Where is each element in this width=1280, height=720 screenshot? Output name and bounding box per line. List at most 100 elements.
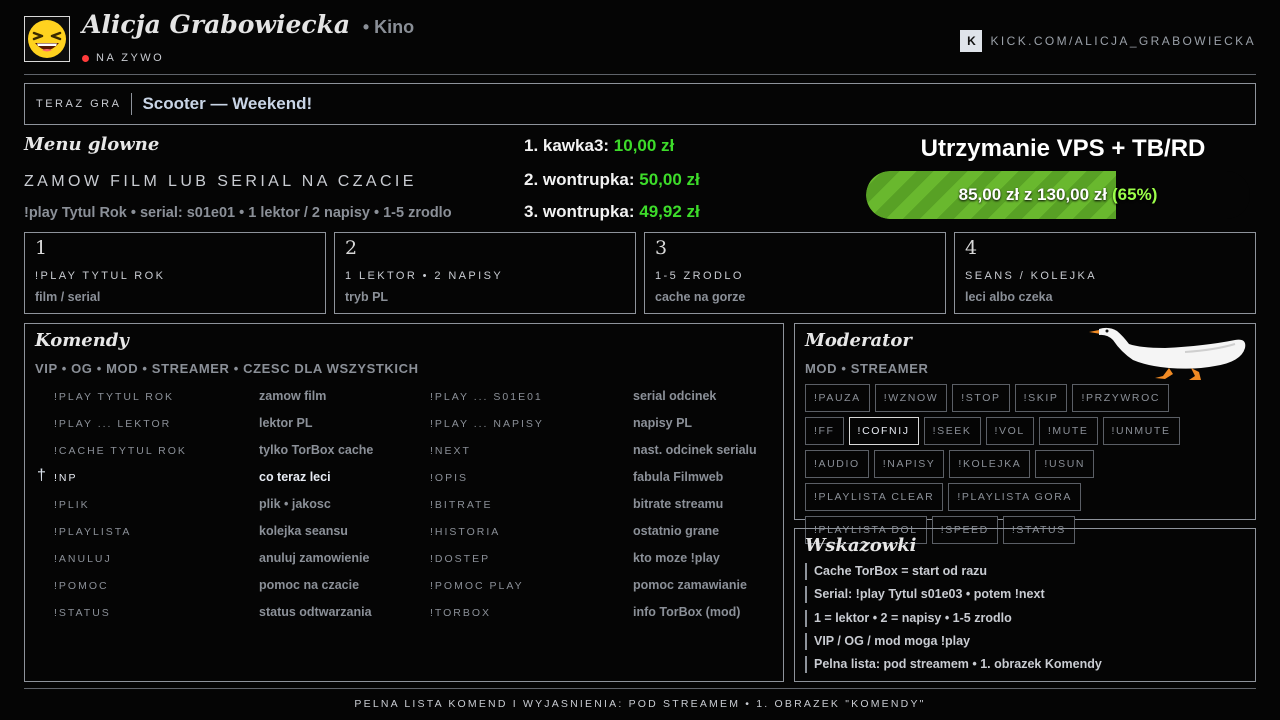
tip-item: Cache TorBox = start od razu: [805, 563, 987, 580]
step-number: 1: [35, 237, 48, 259]
tip-item: VIP / OG / mod moga !play: [805, 633, 970, 650]
command-description: ostatnio grane: [633, 524, 720, 538]
mod-button-mute[interactable]: !MUTE: [1038, 417, 1098, 445]
command-row: !STATUS status odtwarzania !TORBOX info …: [25, 605, 783, 629]
command-name: !STATUS: [54, 607, 111, 619]
mod-button-pauza[interactable]: !PAUZA: [805, 384, 870, 412]
kick-logo-icon: K: [960, 30, 983, 52]
mod-button-unmute[interactable]: !UNMUTE: [1102, 417, 1180, 445]
command-description: napisy PL: [633, 416, 693, 430]
tips-panel: Wskazowki Cache TorBox = start od razu S…: [794, 528, 1256, 682]
step-card-1: 1 !PLAY TYTUL ROK film / serial: [24, 232, 326, 314]
live-indicator: NA ZYWO: [82, 52, 164, 64]
command-name: !PLAY ... S01E01: [430, 391, 543, 403]
command-row: !POMOC pomoc na czacie !POMOC PLAY pomoc…: [25, 578, 783, 602]
command-description: lektor PL: [259, 416, 313, 430]
moderator-roles: MOD • STREAMER: [805, 361, 929, 376]
command-row: !ANULUJ anuluj zamowienie !DOSTEP kto mo…: [25, 551, 783, 575]
command-name: !TORBOX: [430, 607, 492, 619]
step-label: 1 LEKTOR • 2 NAPISY: [345, 270, 504, 282]
moderator-command-buttons: !PAUZA !WZNOW !STOP !SKIP !PRZYWROC !FF …: [805, 384, 1205, 544]
tips-heading: Wskazowki: [805, 535, 917, 556]
avatar: [24, 16, 70, 62]
command-description: pomoc zamawianie: [633, 578, 747, 592]
command-description: bitrate streamu: [633, 497, 724, 511]
footer-note: PELNA LISTA KOMEND I WYJASNIENIA: POD ST…: [354, 698, 926, 710]
step-number: 4: [965, 237, 978, 259]
command-description: tylko TorBox cache: [259, 443, 374, 457]
donor-name: 1. kawka3:: [524, 136, 610, 155]
donor-name: 3. wontrupka:: [524, 202, 635, 221]
goal-progress-text: 85,00 zł z 130,00 zł (65%): [866, 171, 1250, 219]
live-label: NA ZYWO: [96, 52, 165, 64]
step-description: film / serial: [35, 290, 101, 304]
goal-percent: (65%): [1112, 185, 1158, 204]
tip-item: Serial: !play Tytul s01e03 • potem !next: [805, 586, 1045, 603]
now-playing-song: Scooter — Weekend!: [142, 94, 313, 113]
command-name: !POMOC: [54, 580, 109, 592]
mod-button-stop[interactable]: !STOP: [952, 384, 1010, 412]
donor-row: 3. wontrupka: 49,92 zł: [524, 202, 700, 222]
top-divider: [24, 74, 1256, 75]
command-name: !BITRATE: [430, 499, 493, 511]
command-row: !PLAY ... LEKTOR lektor PL !PLAY ... NAP…: [25, 416, 783, 440]
command-description: info TorBox (mod): [633, 605, 741, 619]
mod-button-skip[interactable]: !SKIP: [1014, 384, 1068, 412]
step-description: cache na gorze: [655, 290, 746, 304]
dagger-marker-icon: †: [37, 467, 46, 484]
mod-button-przywroc[interactable]: !PRZYWROC: [1072, 384, 1170, 412]
command-description: fabula Filmweb: [633, 470, 724, 484]
command-description: co teraz leci: [259, 470, 331, 484]
bottom-divider: [24, 688, 1256, 689]
command-name: !PLAY ... LEKTOR: [54, 418, 172, 430]
command-description: kto moze !play: [633, 551, 720, 565]
command-name: !NEXT: [430, 445, 471, 457]
command-description: status odtwarzania: [259, 605, 372, 619]
command-row: !PLAY TYTUL ROK zamow film !PLAY ... S01…: [25, 389, 783, 413]
step-card-2: 2 1 LEKTOR • 2 NAPISY tryb PL: [334, 232, 636, 314]
command-name: !POMOC PLAY: [430, 580, 524, 592]
mod-button-audio[interactable]: !AUDIO: [805, 450, 869, 478]
donor-name: 2. wontrupka:: [524, 170, 635, 189]
goose-icon: [1089, 327, 1246, 380]
live-dot-icon: [82, 54, 89, 62]
command-description: plik • jakosc: [259, 497, 331, 511]
command-name: !OPIS: [430, 472, 469, 484]
laughing-emoji-icon: [28, 20, 66, 58]
command-name: !NP: [54, 472, 78, 484]
donor-row: 2. wontrupka: 50,00 zł: [524, 170, 700, 190]
command-name: !PLAY TYTUL ROK: [54, 391, 175, 403]
mod-button-ff[interactable]: !FF: [805, 417, 844, 445]
streamer-name: Alicja Grabowiecka: [82, 10, 351, 39]
mod-button-wznow[interactable]: !WZNOW: [874, 384, 948, 412]
kick-link[interactable]: K KICK.COM/ALICJA_GRABOWIECKA: [960, 30, 1256, 52]
command-name: !ANULUJ: [54, 553, 112, 565]
kick-url[interactable]: KICK.COM/ALICJA_GRABOWIECKA: [990, 34, 1256, 48]
commands-panel: Komendy VIP • OG • MOD • STREAMER • CZES…: [24, 323, 784, 682]
donor-amount: 10,00 zł: [613, 136, 675, 155]
step-label: SEANS / KOLEJKA: [965, 270, 1097, 282]
mod-button-playlista-clear[interactable]: !PLAYLISTA CLEAR: [805, 483, 944, 511]
mod-button-napisy[interactable]: !NAPISY: [873, 450, 945, 478]
menu-subtitle: !play Tytul Rok • serial: s01e01 • 1 lek…: [24, 205, 452, 221]
step-number: 2: [345, 237, 358, 259]
command-name: !PLAYLISTA: [54, 526, 132, 538]
mod-button-playlista-gora[interactable]: !PLAYLISTA GORA: [948, 483, 1081, 511]
goal-amount: 85,00 zł z 130,00 zł: [958, 185, 1108, 204]
step-label: 1-5 ZRODLO: [655, 270, 744, 282]
command-row: !PLIK plik • jakosc !BITRATE bitrate str…: [25, 497, 783, 521]
command-name: !PLIK: [54, 499, 90, 511]
donor-amount: 50,00 zł: [639, 170, 700, 189]
step-description: tryb PL: [345, 290, 389, 304]
mod-button-vol[interactable]: !VOL: [985, 417, 1034, 445]
mod-button-kolejka[interactable]: !KOLEJKA: [949, 450, 1031, 478]
tip-item: Pelna lista: pod streamem • 1. obrazek K…: [805, 656, 1102, 673]
mod-button-usun[interactable]: !USUN: [1035, 450, 1095, 478]
mod-button-cofnij[interactable]: !COFNIJ: [848, 417, 919, 445]
command-row: !CACHE TYTUL ROK tylko TorBox cache !NEX…: [25, 443, 783, 467]
mod-button-seek[interactable]: !SEEK: [923, 417, 981, 445]
step-description: leci albo czeka: [965, 290, 1053, 304]
step-card-3: 3 1-5 ZRODLO cache na gorze: [644, 232, 946, 314]
command-name: !HISTORIA: [430, 526, 501, 538]
command-description: zamow film: [259, 389, 327, 403]
